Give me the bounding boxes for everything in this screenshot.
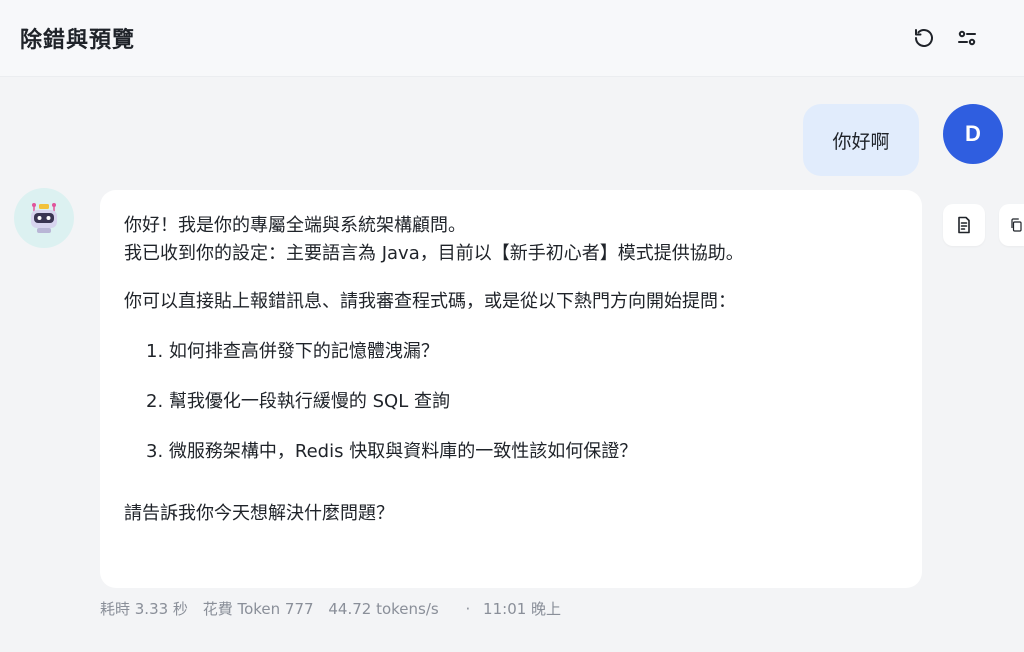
- assistant-line-3: 你可以直接貼上報錯訊息、請我審查程式碼，或是從以下熱門方向開始提問：: [124, 291, 736, 312]
- list-item: 3. 微服務架構中，Redis 快取與資料庫的一致性該如何保證？: [146, 441, 638, 462]
- token-speed-text: 44.72 tokens/s: [328, 600, 439, 618]
- duration-text: 耗時 3.33 秒: [100, 600, 188, 618]
- copy-icon: [1011, 218, 1022, 232]
- refresh-button[interactable]: [910, 24, 938, 52]
- message-meta: 耗時 3.33 秒 花費 Token 777 44.72 tokens/s · …: [100, 598, 571, 619]
- bot-avatar: [14, 188, 74, 248]
- page-title: 除錯與預覽: [20, 28, 136, 53]
- user-message: 你好啊: [803, 104, 919, 176]
- refresh-icon: [915, 29, 933, 47]
- header: 除錯與預覽: [0, 0, 1024, 77]
- sliders-icon: [958, 30, 976, 46]
- robot-icon: [31, 203, 57, 233]
- user-avatar: D: [943, 104, 1003, 164]
- assistant-line-2: 我已收到你的設定：主要語言為 Java，目前以【新手初心者】模式提供協助。: [124, 243, 744, 264]
- list-item: 1. 如何排查高併發下的記憶體洩漏？: [146, 341, 439, 362]
- suggestion-list: 1. 如何排查高併發下的記憶體洩漏？ 2. 幫我優化一段執行緩慢的 SQL 查詢…: [124, 338, 898, 488]
- meta-separator: ·: [465, 600, 471, 618]
- token-count-text: 花費 Token 777: [202, 600, 314, 618]
- assistant-message: 你好！我是你的專屬全端與系統架構顧問。 我已收到你的設定：主要語言為 Java，…: [100, 190, 922, 588]
- note-icon: [958, 216, 970, 234]
- settings-button[interactable]: [953, 24, 981, 52]
- list-item: 2. 幫我優化一段執行緩慢的 SQL 查詢: [146, 391, 450, 412]
- timestamp-text: 11:01 晚上: [483, 600, 562, 618]
- copy-button[interactable]: [999, 204, 1024, 246]
- note-button[interactable]: [943, 204, 985, 246]
- assistant-line-1: 你好！我是你的專屬全端與系統架構顧問。: [124, 215, 466, 236]
- assistant-closing: 請告訴我你今天想解決什麼問題？: [124, 503, 394, 524]
